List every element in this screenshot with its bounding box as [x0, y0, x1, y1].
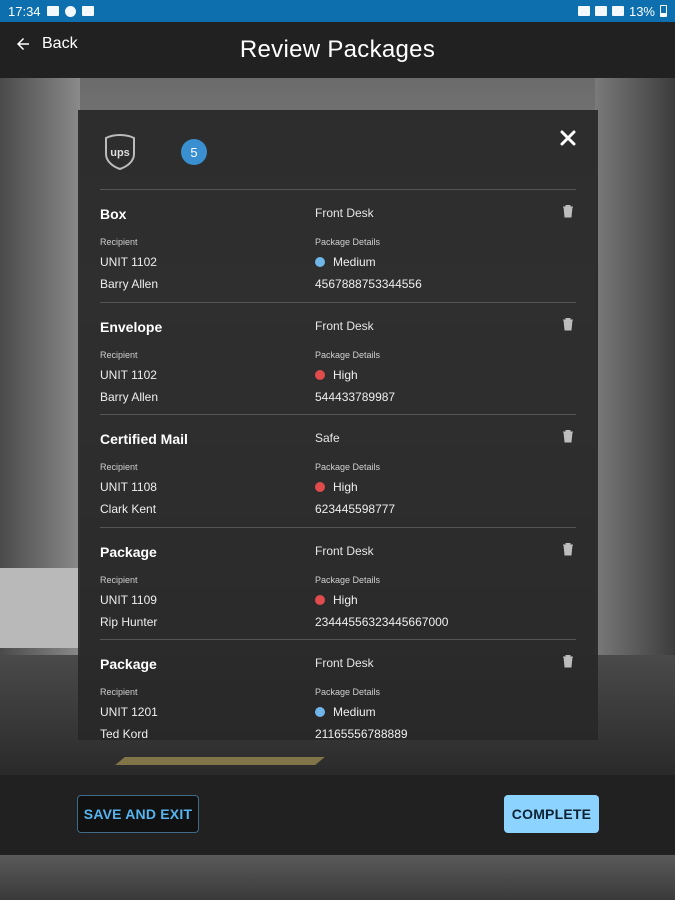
- svg-text:ups: ups: [110, 147, 130, 159]
- priority-indicator: High: [315, 593, 358, 607]
- priority-label: High: [333, 592, 358, 607]
- priority-indicator: Medium: [315, 705, 376, 719]
- recipient-label: Recipient: [100, 237, 138, 247]
- priority-indicator: High: [315, 480, 358, 494]
- list-item: Package Front Desk Recipient Package Detail…: [100, 528, 576, 640]
- game-notification-icon: [81, 6, 94, 16]
- list-item: Package Front Desk Recipient Package Detail…: [100, 640, 576, 740]
- package-count-badge: 5: [181, 139, 207, 165]
- recipient-unit: UNIT 1109: [100, 592, 157, 607]
- priority-label: High: [333, 480, 358, 494]
- recipient-label: Recipient: [100, 349, 138, 360]
- recipient-label: Recipient: [100, 574, 138, 585]
- package-location: Front Desk: [315, 318, 374, 333]
- package-type: Box: [100, 206, 127, 222]
- tracking-number: 623445598777: [315, 502, 396, 516]
- review-packages-modal: ups 5 Box Front Desk Recipient Package Deta…: [78, 110, 598, 740]
- priority-dot-icon: [315, 594, 325, 605]
- tracking-number: 4567888753344556: [315, 277, 422, 291]
- ups-logo-icon: ups: [105, 134, 135, 170]
- tracking-number: 21165556788889: [315, 727, 408, 740]
- recipient-name: Clark Kent: [100, 502, 157, 516]
- package-location: Safe: [315, 431, 340, 445]
- recipient-unit: UNIT 1102: [100, 367, 157, 382]
- recipient-name: Rip Hunter: [100, 614, 158, 629]
- trash-icon[interactable]: [562, 204, 574, 218]
- battery-icon: [660, 5, 667, 17]
- package-details-label: Package Details: [315, 462, 381, 472]
- recipient-label: Recipient: [100, 687, 138, 697]
- image-notification-icon: [46, 6, 59, 16]
- status-bar: 17:34 13%: [0, 0, 675, 22]
- wifi-icon: [594, 6, 607, 16]
- back-arrow-icon: [17, 38, 29, 50]
- package-details-label: Package Details: [315, 349, 381, 360]
- package-list: Box Front Desk Recipient Package Details UNI…: [100, 190, 576, 740]
- recipient-unit: UNIT 1108: [100, 480, 157, 494]
- priority-dot-icon: [315, 482, 325, 492]
- status-time: 17:34: [8, 3, 41, 19]
- trash-icon[interactable]: [562, 317, 574, 331]
- page-title: Review Packages: [239, 36, 436, 63]
- recipient-name: Barry Allen: [100, 277, 159, 291]
- package-type: Package: [100, 656, 157, 672]
- recipient-name: Barry Allen: [100, 389, 159, 404]
- package-details-label: Package Details: [315, 574, 381, 585]
- priority-label: Medium: [333, 255, 376, 269]
- battery-percent: 13%: [628, 3, 655, 19]
- recipient-unit: UNIT 1102: [100, 255, 157, 269]
- footer-bar: SAVE AND EXIT COMPLETE: [0, 775, 675, 855]
- package-location: Front Desk: [315, 656, 374, 670]
- modal-header: ups 5: [100, 110, 576, 190]
- trash-icon[interactable]: [562, 654, 574, 668]
- tracking-number: 544433789987: [315, 389, 396, 404]
- trash-icon[interactable]: [562, 429, 574, 443]
- list-item: Box Front Desk Recipient Package Details UNI…: [100, 190, 576, 303]
- priority-label: Medium: [333, 705, 376, 719]
- package-details-label: Package Details: [315, 687, 381, 697]
- back-label: Back: [42, 35, 78, 52]
- priority-label: High: [333, 367, 358, 382]
- recipient-name: Ted Kord: [100, 727, 149, 740]
- package-location: Front Desk: [315, 543, 374, 558]
- recipient-label: Recipient: [100, 462, 138, 472]
- package-details-label: Package Details: [315, 237, 381, 247]
- list-item: Envelope Front Desk Recipient Package Detai…: [100, 303, 576, 415]
- app-header: Back Review Packages: [0, 22, 675, 78]
- close-icon[interactable]: [560, 130, 576, 146]
- package-type: Envelope: [100, 318, 163, 335]
- recipient-unit: UNIT 1201: [100, 705, 158, 719]
- priority-indicator: Medium: [315, 255, 376, 269]
- package-location: Front Desk: [315, 206, 374, 220]
- background-strip: [0, 855, 675, 900]
- app-notification-icon: [64, 5, 76, 17]
- back-button[interactable]: Back: [14, 35, 78, 53]
- priority-indicator: High: [315, 368, 358, 382]
- tracking-number: 23444556323445667000: [315, 614, 449, 629]
- trash-icon[interactable]: [562, 542, 574, 556]
- signal-icon: [611, 6, 624, 16]
- save-and-exit-button[interactable]: SAVE AND EXIT: [77, 795, 199, 833]
- priority-dot-icon: [315, 257, 325, 267]
- mute-icon: [577, 6, 590, 16]
- list-item: Certified Mail Safe Recipient Package Detai…: [100, 415, 576, 528]
- priority-dot-icon: [315, 707, 325, 717]
- priority-dot-icon: [315, 369, 325, 380]
- package-type: Certified Mail: [100, 431, 188, 447]
- package-type: Package: [100, 543, 157, 560]
- complete-button[interactable]: COMPLETE: [504, 795, 599, 833]
